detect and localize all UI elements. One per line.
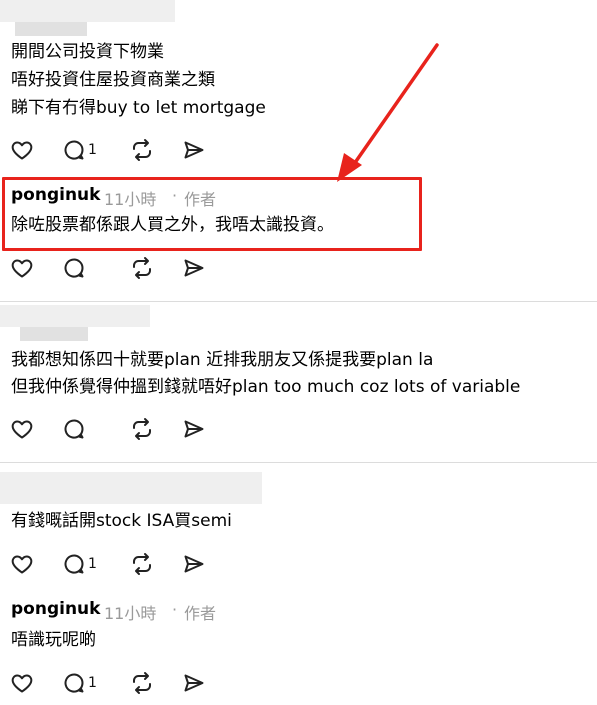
reply-button[interactable]	[62, 417, 88, 441]
share-button[interactable]	[182, 671, 206, 695]
reply-count: 1	[88, 675, 97, 691]
repost-icon	[133, 672, 151, 694]
repost-icon	[133, 553, 151, 575]
repost-icon	[133, 139, 151, 161]
reply-button[interactable]: 1	[62, 671, 97, 695]
like-button[interactable]	[10, 138, 34, 162]
repost-button[interactable]	[130, 256, 154, 280]
share-button[interactable]	[182, 417, 206, 441]
reply-button[interactable]: 1	[62, 138, 97, 162]
username[interactable]: ponginuk	[11, 599, 100, 619]
repost-button[interactable]	[130, 671, 154, 695]
author-badge: 作者	[184, 604, 217, 623]
comment-icon	[64, 673, 84, 693]
post-timestamp: 11小時	[104, 604, 157, 623]
repost-button[interactable]	[130, 417, 154, 441]
comment-icon	[64, 419, 84, 439]
share-button[interactable]	[182, 138, 206, 162]
reply-button[interactable]	[62, 256, 88, 280]
reply-button[interactable]: 1	[62, 552, 97, 576]
blurred-avatar	[0, 0, 175, 22]
repost-button[interactable]	[130, 138, 154, 162]
share-button[interactable]	[182, 552, 206, 576]
share-button[interactable]	[182, 256, 206, 280]
blurred-avatar	[0, 305, 150, 327]
share-icon	[184, 141, 204, 159]
thread-divider	[0, 301, 597, 302]
comment-icon	[64, 554, 84, 574]
share-icon	[184, 555, 204, 573]
post-text-line: 我都想知係四十就要plan 近排我朋友又係提我要plan la	[11, 350, 434, 370]
heart-icon	[11, 674, 33, 693]
heart-icon	[11, 420, 33, 439]
blurred-username	[15, 22, 87, 36]
comment-icon	[64, 258, 84, 278]
comment-icon	[64, 140, 84, 160]
blurred-avatar	[0, 472, 262, 504]
meta-separator: ·	[172, 600, 178, 619]
reply-count: 1	[88, 556, 97, 572]
heart-icon	[11, 141, 33, 160]
highlight-box	[2, 177, 422, 251]
heart-icon	[11, 259, 33, 278]
like-button[interactable]	[10, 256, 34, 280]
heart-icon	[11, 555, 33, 574]
share-icon	[184, 420, 204, 438]
blurred-username	[20, 327, 88, 341]
post-text-line: 開間公司投資下物業	[11, 42, 164, 62]
repost-icon	[133, 418, 151, 440]
post-text-line: 但我仲係覺得仲搵到錢就唔好plan too much coz lots of v…	[11, 377, 521, 397]
repost-icon	[133, 257, 151, 279]
post-text-line: 唔識玩呢啲	[11, 630, 96, 650]
thread-divider	[0, 462, 597, 463]
repost-button[interactable]	[130, 552, 154, 576]
like-button[interactable]	[10, 417, 34, 441]
share-icon	[184, 259, 204, 277]
like-button[interactable]	[10, 671, 34, 695]
post-text-line: 有錢嘅話開stock ISA買semi	[11, 511, 232, 531]
post-text-line: 睇下有冇得buy to let mortgage	[11, 98, 266, 118]
reply-count: 1	[88, 142, 97, 158]
share-icon	[184, 674, 204, 692]
like-button[interactable]	[10, 552, 34, 576]
post-text-line: 唔好投資住屋投資商業之類	[11, 70, 215, 90]
